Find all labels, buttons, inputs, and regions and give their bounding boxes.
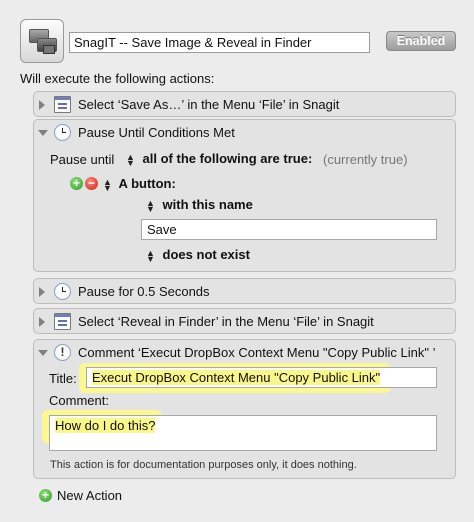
- app-icon: [20, 19, 64, 63]
- actions-intro-label: Will execute the following actions:: [20, 71, 215, 86]
- popup-arrows-icon: ▲ ▼: [126, 151, 135, 168]
- existence-popup[interactable]: ▲ ▼ does not exist: [146, 247, 250, 264]
- condition-mode-value: all of the following are true:: [142, 151, 313, 166]
- disclosure-expanded-icon[interactable]: [38, 130, 48, 136]
- macro-name-field[interactable]: SnagIT -- Save Image & Reveal in Finder: [69, 32, 370, 53]
- add-condition-button[interactable]: +: [70, 177, 83, 190]
- enabled-button[interactable]: Enabled: [386, 31, 456, 51]
- pause-until-label: Pause until: [50, 152, 115, 167]
- disclosure-collapsed-icon[interactable]: [39, 317, 45, 327]
- comment-title-input[interactable]: Execut DropBox Context Menu "Copy Public…: [86, 367, 437, 388]
- comment-title-value: Execut DropBox Context Menu "Copy Public…: [92, 370, 381, 385]
- popup-arrows-icon: ▲ ▼: [103, 176, 112, 193]
- action-select-save-as[interactable]: Select ‘Save As…’ in the Menu ‘File’ in …: [33, 91, 456, 117]
- action-title: Pause Until Conditions Met: [78, 125, 235, 140]
- action-title: Select ‘Reveal in Finder’ in the Menu ‘F…: [78, 314, 374, 329]
- action-title: Pause for 0.5 Seconds: [78, 284, 210, 299]
- button-name-input[interactable]: Save: [141, 219, 437, 240]
- comment-title-label: Title:: [49, 371, 77, 386]
- condition-status: (currently true): [323, 152, 408, 167]
- condition-type-popup[interactable]: ▲ ▼ A button:: [103, 176, 176, 193]
- comment-label: Comment:: [49, 393, 109, 408]
- comment-value: How do I do this?: [55, 418, 156, 433]
- action-select-reveal-in-finder[interactable]: Select ‘Reveal in Finder’ in the Menu ‘F…: [33, 308, 456, 334]
- remove-condition-button[interactable]: −: [85, 177, 98, 190]
- popup-arrows-icon: ▲ ▼: [146, 197, 155, 214]
- action-title: Comment ‘Execut DropBox Context Menu "Co…: [78, 345, 436, 360]
- clock-icon: [54, 283, 71, 300]
- existence-value: does not exist: [162, 247, 250, 262]
- action-pause-for[interactable]: Pause for 0.5 Seconds: [33, 278, 456, 304]
- menu-icon: [54, 96, 71, 113]
- match-mode-popup[interactable]: ▲ ▼ with this name: [146, 197, 253, 214]
- clock-icon: [54, 124, 71, 141]
- new-action-icon[interactable]: +: [39, 489, 52, 502]
- disclosure-collapsed-icon[interactable]: [39, 100, 45, 110]
- disclosure-collapsed-icon[interactable]: [39, 287, 45, 297]
- condition-mode-popup[interactable]: ▲ ▼ all of the following are true:: [126, 151, 313, 168]
- new-action-button[interactable]: New Action: [57, 488, 122, 503]
- menu-icon: [54, 313, 71, 330]
- action-pause-until[interactable]: Pause Until Conditions Met Pause until ▲…: [33, 119, 456, 272]
- match-mode-value: with this name: [162, 197, 253, 212]
- popup-arrows-icon: ▲ ▼: [146, 247, 155, 264]
- documentation-note: This action is for documentation purpose…: [50, 459, 357, 471]
- comment-textarea[interactable]: How do I do this?: [49, 415, 437, 451]
- exclamation-icon: !: [54, 344, 71, 361]
- disclosure-expanded-icon[interactable]: [38, 350, 48, 356]
- action-comment[interactable]: ! Comment ‘Execut DropBox Context Menu "…: [33, 339, 456, 479]
- action-title: Select ‘Save As…’ in the Menu ‘File’ in …: [78, 97, 340, 112]
- condition-type-value: A button:: [118, 176, 176, 191]
